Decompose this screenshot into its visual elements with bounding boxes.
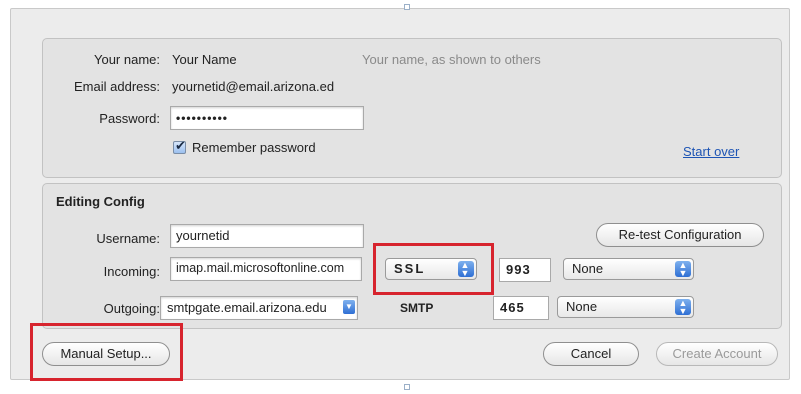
your-name-hint: Your name, as shown to others xyxy=(362,52,541,67)
your-name-label: Your name: xyxy=(93,52,160,67)
resize-handle-bottom xyxy=(404,384,410,390)
email-address-label: Email address: xyxy=(74,79,160,94)
resize-handle-top xyxy=(404,4,410,10)
password-label: Password: xyxy=(99,111,160,126)
username-field[interactable]: yournetid xyxy=(170,224,364,248)
password-field[interactable]: •••••••••• xyxy=(170,106,364,130)
retest-configuration-button[interactable]: Re-test Configuration xyxy=(596,223,764,247)
outgoing-auth-select[interactable]: None ▲ ▼ xyxy=(557,296,694,318)
outgoing-protocol-label: SMTP xyxy=(400,301,434,315)
incoming-server-field[interactable]: imap.mail.microsoftonline.com xyxy=(170,257,362,281)
username-label: Username: xyxy=(96,231,160,246)
checkbox-checked-icon xyxy=(173,138,186,154)
your-name-value[interactable]: Your Name xyxy=(172,52,237,67)
remember-password-label: Remember password xyxy=(192,140,316,155)
create-account-button[interactable]: Create Account xyxy=(656,342,778,366)
start-over-link[interactable]: Start over xyxy=(683,144,739,159)
outgoing-auth-value: None xyxy=(566,299,598,314)
editing-config-title: Editing Config xyxy=(56,194,145,209)
outgoing-server-combo[interactable]: smtpgate.email.arizona.edu ▼ xyxy=(160,296,358,320)
stepper-arrows-icon: ▲ ▼ xyxy=(675,299,691,316)
outgoing-server-value: smtpgate.email.arizona.edu xyxy=(167,300,327,315)
incoming-port-field[interactable]: 993 xyxy=(499,258,551,282)
outgoing-port-field[interactable]: 465 xyxy=(493,296,549,320)
email-address-value[interactable]: yournetid@email.arizona.ed xyxy=(172,79,334,94)
outgoing-label: Outgoing: xyxy=(103,301,160,316)
remember-password-checkbox[interactable]: Remember password xyxy=(173,138,316,155)
security-highlight-box xyxy=(373,243,494,295)
incoming-auth-value: None xyxy=(572,261,604,276)
manual-setup-highlight-box xyxy=(30,323,183,381)
dropdown-arrow-icon[interactable]: ▼ xyxy=(343,300,355,314)
stepper-arrows-icon: ▲ ▼ xyxy=(675,261,691,278)
incoming-auth-select[interactable]: None ▲ ▼ xyxy=(563,258,694,280)
cancel-button[interactable]: Cancel xyxy=(543,342,639,366)
incoming-label: Incoming: xyxy=(103,264,160,279)
